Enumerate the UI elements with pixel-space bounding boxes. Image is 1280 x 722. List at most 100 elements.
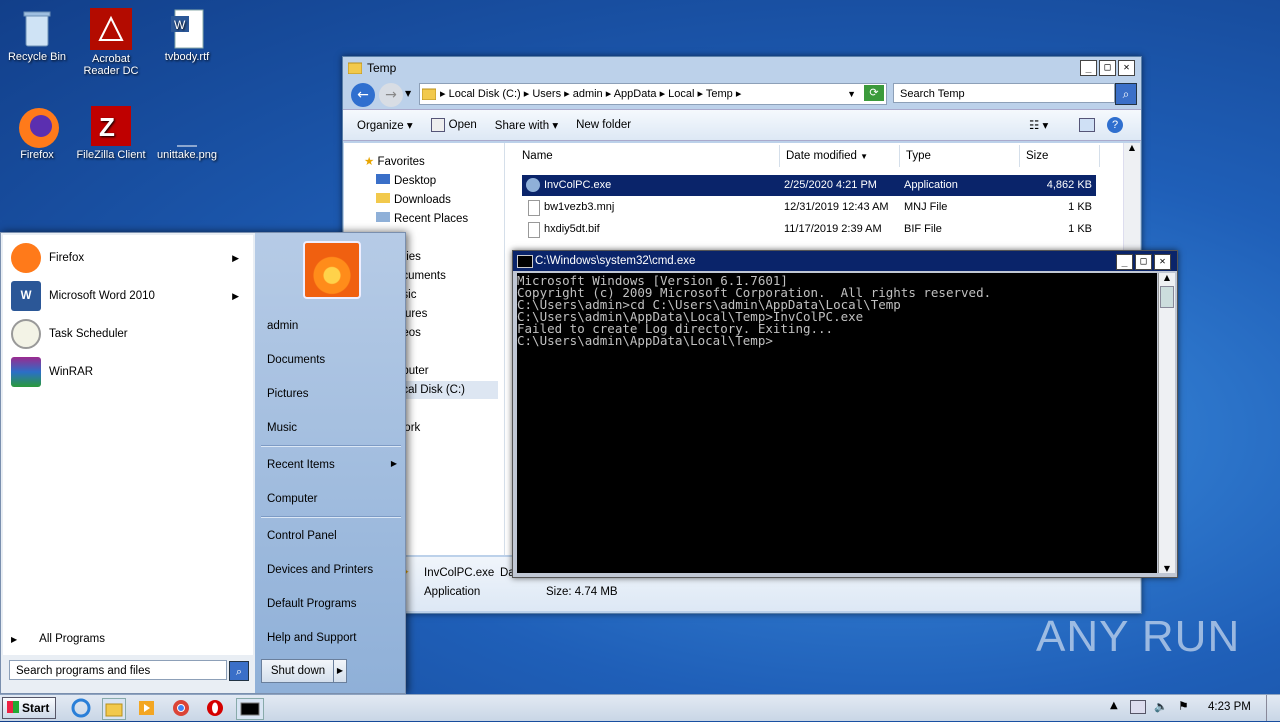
refresh-button[interactable]: ⟳ [864, 85, 884, 101]
link-admin[interactable]: admin [267, 320, 298, 332]
nav-local-disk[interactable]: ocal Disk (C:) [396, 381, 498, 399]
nav-desktop[interactable]: Desktop [376, 172, 436, 190]
separator [261, 516, 401, 518]
start-search-input[interactable]: Search programs and files [9, 660, 227, 680]
column-header-type[interactable]: Type [900, 145, 1020, 167]
search-icon[interactable]: ⌕ [229, 661, 249, 681]
link-devices-printers[interactable]: Devices and Printers [267, 564, 373, 576]
cmd-window[interactable]: C:\Windows\system32\cmd.exe _ □ ✕ Micros… [512, 250, 1178, 578]
media-player-icon[interactable] [136, 698, 158, 718]
winrar-icon [11, 357, 41, 387]
desktop-icon-recycle-bin[interactable]: Recycle Bin [0, 8, 74, 63]
console-scrollbar[interactable]: ▲ ▼ [1158, 273, 1175, 573]
pinned-task-scheduler[interactable]: Task Scheduler [11, 317, 249, 351]
breadcrumb-item[interactable]: Local Disk (C:) [449, 88, 521, 100]
minimize-button[interactable]: _ [1080, 60, 1097, 76]
show-hidden-icons[interactable]: ▲ [1110, 700, 1118, 711]
chrome-icon[interactable] [170, 698, 192, 718]
breadcrumb-item[interactable]: admin [573, 88, 603, 100]
desktop-icon-unittake[interactable]: unittake.png [150, 106, 224, 161]
separator [261, 445, 401, 447]
search-icon[interactable]: ⌕ [1115, 83, 1137, 105]
user-picture[interactable] [303, 241, 361, 299]
breadcrumb-item[interactable]: Users [532, 88, 561, 100]
link-control-panel[interactable]: Control Panel [267, 530, 337, 542]
scroll-up-arrow[interactable]: ▲ [1159, 273, 1175, 282]
desktop-icon-label: Acrobat Reader DC [83, 53, 139, 77]
file-row[interactable]: bw1vezb3.mnj 12/31/2019 12:43 AM MNJ Fil… [522, 197, 1096, 218]
link-pictures[interactable]: Pictures [267, 388, 309, 400]
share-with-button[interactable]: Share with ▾ [495, 118, 558, 132]
pinned-firefox[interactable]: Firefox ▶ [11, 241, 249, 275]
pinned-winrar[interactable]: WinRAR [11, 355, 249, 389]
new-folder-button[interactable]: New folder [576, 119, 631, 131]
column-header-name[interactable]: Name [516, 145, 780, 167]
pinned-word[interactable]: W Microsoft Word 2010 ▶ [11, 279, 249, 313]
link-documents[interactable]: Documents [267, 354, 325, 366]
scroll-down-arrow[interactable]: ▼ [1159, 564, 1175, 573]
search-input[interactable]: Search Temp [893, 83, 1115, 103]
maximize-button[interactable]: □ [1135, 254, 1152, 270]
volume-icon[interactable]: 🔈 [1154, 700, 1168, 713]
desktop-icon-acrobat[interactable]: Acrobat Reader DC [74, 8, 148, 77]
shutdown-options-button[interactable]: ▶ [333, 659, 347, 683]
desktop-icon-tvbody[interactable]: W tvbody.rtf [150, 8, 224, 63]
window-title: C:\Windows\system32\cmd.exe [535, 255, 696, 267]
cmd-titlebar[interactable]: C:\Windows\system32\cmd.exe _ □ ✕ [513, 251, 1177, 271]
back-button[interactable]: ← [351, 83, 375, 107]
link-computer[interactable]: Computer [267, 493, 318, 505]
show-desktop-button[interactable] [1266, 695, 1279, 721]
network-icon[interactable] [1130, 700, 1146, 714]
preview-pane-icon[interactable] [1079, 118, 1095, 132]
nav-recent-places[interactable]: Recent Places [376, 210, 468, 228]
help-icon[interactable]: ? [1107, 117, 1123, 133]
column-header-size[interactable]: Size [1020, 145, 1100, 167]
explorer-taskbar-icon[interactable] [102, 698, 126, 720]
address-bar[interactable]: ▸ Local Disk (C:) ▸ Users ▸ admin ▸ AppD… [419, 83, 887, 105]
open-button[interactable]: Open [430, 118, 477, 132]
forward-button[interactable]: → [379, 83, 403, 107]
clock[interactable]: 4:23 PM [1208, 701, 1251, 713]
downloads-folder-icon [376, 193, 390, 203]
explorer-titlebar[interactable]: Temp _ □ ✕ [343, 57, 1141, 79]
organize-button[interactable]: Organize ▾ [357, 118, 413, 132]
start-button[interactable]: Start [2, 697, 56, 719]
all-programs[interactable]: ▶ All Programs [11, 633, 105, 645]
nav-favorites[interactable]: ★ Favorites [364, 153, 425, 171]
link-music[interactable]: Music [267, 422, 297, 434]
file-row[interactable]: InvColPC.exe 2/25/2020 4:21 PM Applicati… [522, 175, 1096, 196]
breadcrumb-item[interactable]: Temp [706, 88, 733, 100]
desktop-folder-icon [376, 174, 390, 184]
desktop-icon-firefox[interactable]: Firefox [0, 106, 74, 161]
breadcrumb-item[interactable]: Local [668, 88, 694, 100]
start-menu-places: admin Documents Pictures Music Recent It… [255, 233, 405, 693]
desktop-icon-filezilla[interactable]: Z FileZilla Client [74, 106, 148, 161]
generic-file-icon [528, 222, 540, 238]
submenu-arrow-icon: ▶ [232, 290, 239, 301]
breadcrumb-item[interactable]: AppData [614, 88, 657, 100]
address-dropdown-button[interactable]: ▼ [847, 84, 856, 104]
filezilla-icon: Z [91, 106, 131, 146]
maximize-button[interactable]: □ [1099, 60, 1116, 76]
close-button[interactable]: ✕ [1154, 254, 1171, 270]
link-help-support[interactable]: Help and Support [267, 632, 357, 644]
scroll-up-arrow[interactable]: ▲ [1124, 143, 1140, 152]
link-recent-items[interactable]: Recent Items ▶ [267, 459, 397, 471]
cmd-taskbar-icon[interactable] [236, 698, 264, 720]
opera-icon[interactable] [204, 698, 226, 718]
scroll-thumb[interactable] [1160, 286, 1174, 308]
history-dropdown[interactable]: ▼ [405, 89, 411, 98]
action-center-flag-icon[interactable]: ⚑ [1178, 699, 1189, 713]
console-output[interactable]: Microsoft Windows [Version 6.1.7601] Copy… [517, 273, 1157, 573]
column-header-date-modified[interactable]: Date modified ▼ [780, 145, 900, 167]
internet-explorer-icon[interactable] [70, 698, 92, 718]
link-default-programs[interactable]: Default Programs [267, 598, 356, 610]
file-row[interactable]: hxdiy5dt.bif 11/17/2019 2:39 AM BIF File… [522, 219, 1096, 240]
command-bar: Organize ▾ Open Share with ▾ New folder … [343, 109, 1141, 141]
views-icon[interactable]: ☷ ▾ [1029, 118, 1048, 132]
breadcrumb: ▸ Local Disk (C:) ▸ Users ▸ admin ▸ AppD… [440, 88, 742, 100]
shutdown-button[interactable]: Shut down [261, 659, 335, 683]
close-button[interactable]: ✕ [1118, 60, 1135, 76]
minimize-button[interactable]: _ [1116, 254, 1133, 270]
nav-downloads[interactable]: Downloads [376, 191, 451, 209]
